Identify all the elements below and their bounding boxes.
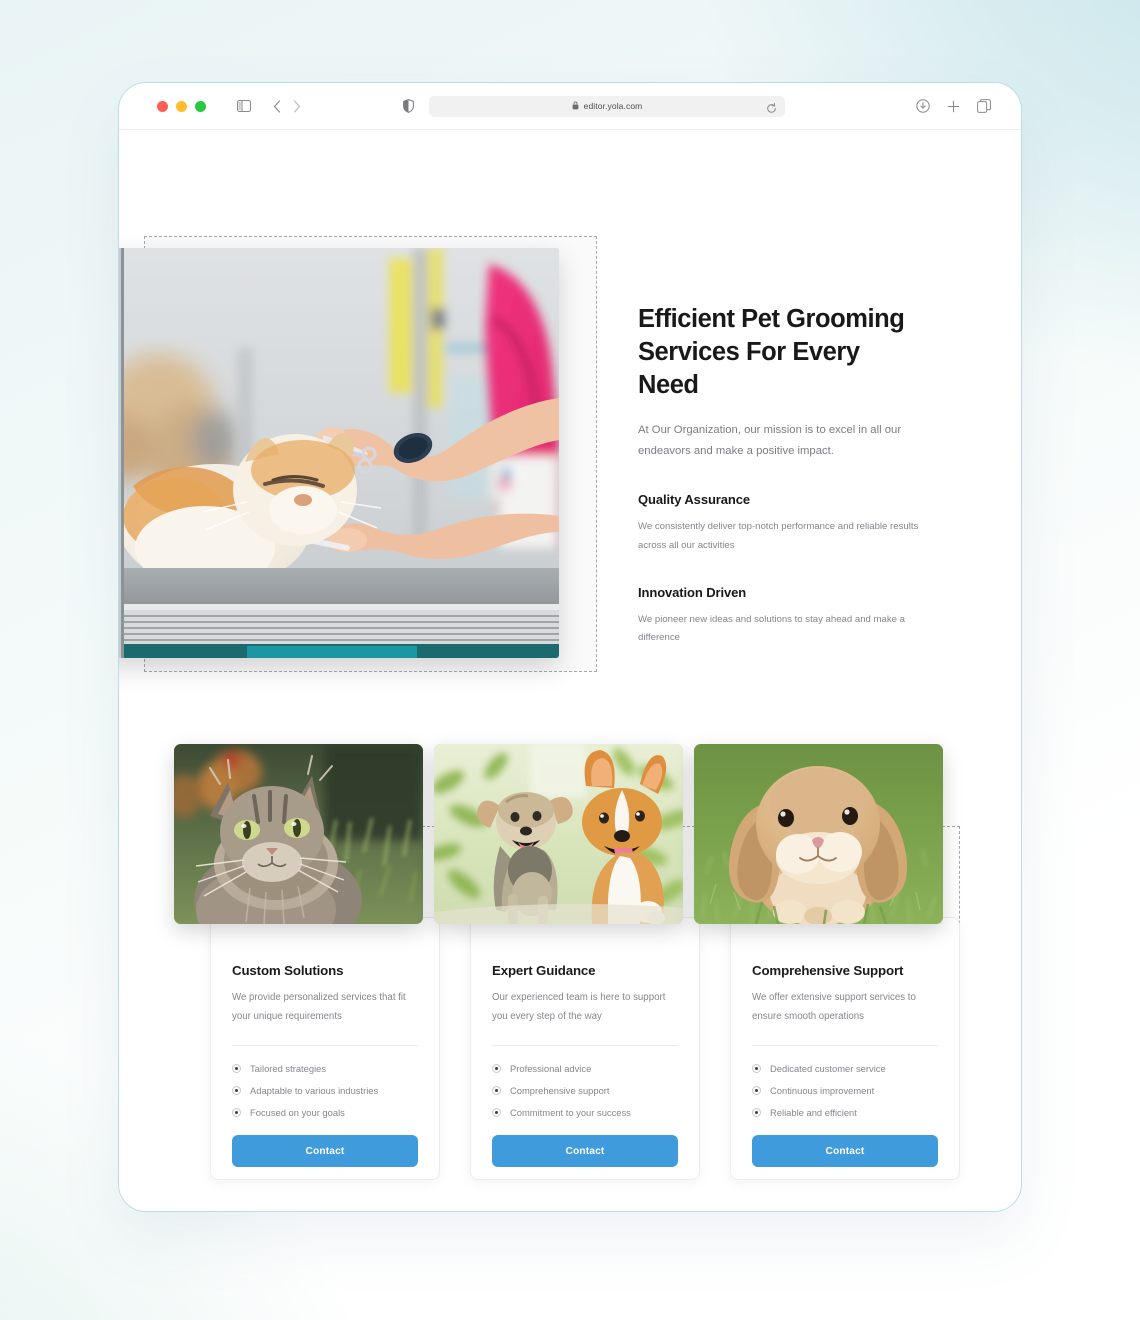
list-item-label: Tailored strategies: [250, 1063, 327, 1075]
contact-button[interactable]: Contact: [492, 1135, 678, 1168]
list-item-label: Commitment to your success: [510, 1107, 631, 1119]
window-traffic-lights: [157, 100, 206, 112]
plus-icon[interactable]: [947, 100, 960, 113]
hero-subtitle: At Our Organization, our mission is to e…: [638, 424, 902, 458]
feature-title: Quality Assurance: [638, 492, 750, 508]
list-item-label: Continuous improvement: [770, 1085, 875, 1097]
maximize-window-button[interactable]: [195, 100, 206, 112]
list-item-label: Focused on your goals: [250, 1107, 345, 1119]
card-comprehensive-support: Comprehensive Support We offer extensive…: [694, 744, 960, 1189]
list-item: Professional advice: [492, 1063, 678, 1074]
card-image[interactable]: [694, 744, 943, 924]
hero-image[interactable]: [119, 248, 559, 658]
close-window-button[interactable]: [157, 100, 168, 112]
browser-toolbar: editor.yola.com: [119, 83, 1021, 130]
card-image[interactable]: [434, 744, 683, 924]
list-item-label: Dedicated customer service: [770, 1063, 886, 1075]
list-item: Dedicated customer service: [752, 1063, 938, 1074]
card-bullet-list: Tailored strategies Adaptable to various…: [232, 1063, 418, 1118]
card-image[interactable]: [174, 744, 423, 924]
contact-button[interactable]: Contact: [232, 1135, 418, 1168]
card-expert-guidance: Expert Guidance Our experienced team is …: [434, 744, 700, 1189]
list-item-label: Professional advice: [510, 1063, 592, 1075]
bullet-icon: [492, 1064, 501, 1074]
feature-description: We pioneer new ideas and solutions to st…: [638, 614, 906, 644]
privacy-shield-icon[interactable]: [403, 99, 414, 113]
lock-icon: [572, 97, 579, 115]
list-item: Tailored strategies: [232, 1063, 418, 1074]
bullet-icon: [232, 1064, 241, 1074]
card-custom-solutions: Custom Solutions We provide personalized…: [174, 744, 440, 1189]
divider: [492, 1045, 678, 1047]
browser-window: editor.yola.com Efficient Pet Grooming S…: [118, 82, 1022, 1212]
minimize-window-button[interactable]: [176, 100, 187, 112]
card-title: Expert Guidance: [492, 963, 596, 978]
bullet-icon: [492, 1086, 501, 1096]
bullet-icon: [752, 1064, 761, 1074]
toolbar-right-actions: [916, 99, 991, 113]
sidebar-toggle-icon[interactable]: [237, 100, 251, 112]
address-bar[interactable]: editor.yola.com: [429, 95, 785, 119]
download-icon[interactable]: [916, 99, 930, 113]
list-item: Comprehensive support: [492, 1085, 678, 1096]
card-content: Custom Solutions We provide personalized…: [210, 963, 440, 1189]
lop-eared-rabbit-illustration: [694, 744, 943, 924]
feature-cards-row: Custom Solutions We provide personalized…: [174, 744, 960, 1189]
card-description: We offer extensive support services to e…: [752, 992, 916, 1022]
tab-overview-icon[interactable]: [977, 99, 991, 113]
bullet-icon: [492, 1108, 501, 1118]
card-title: Comprehensive Support: [752, 963, 904, 978]
contact-button[interactable]: Contact: [752, 1135, 938, 1168]
nav-forward-button[interactable]: [293, 99, 301, 113]
url-text: editor.yola.com: [583, 101, 643, 111]
feature-quality-assurance: Quality Assurance We consistently delive…: [638, 492, 925, 555]
two-happy-dogs-illustration: [434, 744, 683, 924]
divider: [232, 1045, 418, 1047]
nav-back-button[interactable]: [273, 99, 281, 113]
card-description: Our experienced team is here to support …: [492, 992, 666, 1022]
pet-groomer-trimming-cat-illustration: [119, 248, 559, 658]
website-canvas: Efficient Pet Grooming Services For Ever…: [119, 130, 1021, 1211]
bullet-icon: [752, 1086, 761, 1096]
feature-innovation-driven: Innovation Driven We pioneer new ideas a…: [638, 585, 925, 648]
card-title: Custom Solutions: [232, 963, 344, 978]
list-item-label: Adaptable to various industries: [250, 1085, 379, 1097]
card-bullet-list: Dedicated customer service Continuous im…: [752, 1063, 938, 1118]
bullet-icon: [752, 1108, 761, 1118]
list-item: Commitment to your success: [492, 1107, 678, 1118]
reload-icon[interactable]: [766, 101, 777, 119]
long-haired-tabby-cat-illustration: [174, 744, 423, 924]
list-item: Reliable and efficient: [752, 1107, 938, 1118]
list-item: Focused on your goals: [232, 1107, 418, 1118]
feature-title: Innovation Driven: [638, 585, 747, 601]
card-bullet-list: Professional advice Comprehensive suppor…: [492, 1063, 678, 1118]
bullet-icon: [232, 1086, 241, 1096]
list-item-label: Reliable and efficient: [770, 1107, 857, 1119]
card-content: Comprehensive Support We offer extensive…: [730, 963, 960, 1189]
list-item: Adaptable to various industries: [232, 1085, 418, 1096]
card-content: Expert Guidance Our experienced team is …: [470, 963, 700, 1189]
bullet-icon: [232, 1108, 241, 1118]
feature-description: We consistently deliver top-notch perfor…: [638, 521, 919, 551]
card-description: We provide personalized services that fi…: [232, 992, 406, 1022]
page-title: Efficient Pet Grooming Services For Ever…: [638, 305, 905, 400]
list-item-label: Comprehensive support: [510, 1085, 610, 1097]
divider: [752, 1045, 938, 1047]
list-item: Continuous improvement: [752, 1085, 938, 1096]
hero-text-block: Efficient Pet Grooming Services For Ever…: [638, 303, 925, 648]
